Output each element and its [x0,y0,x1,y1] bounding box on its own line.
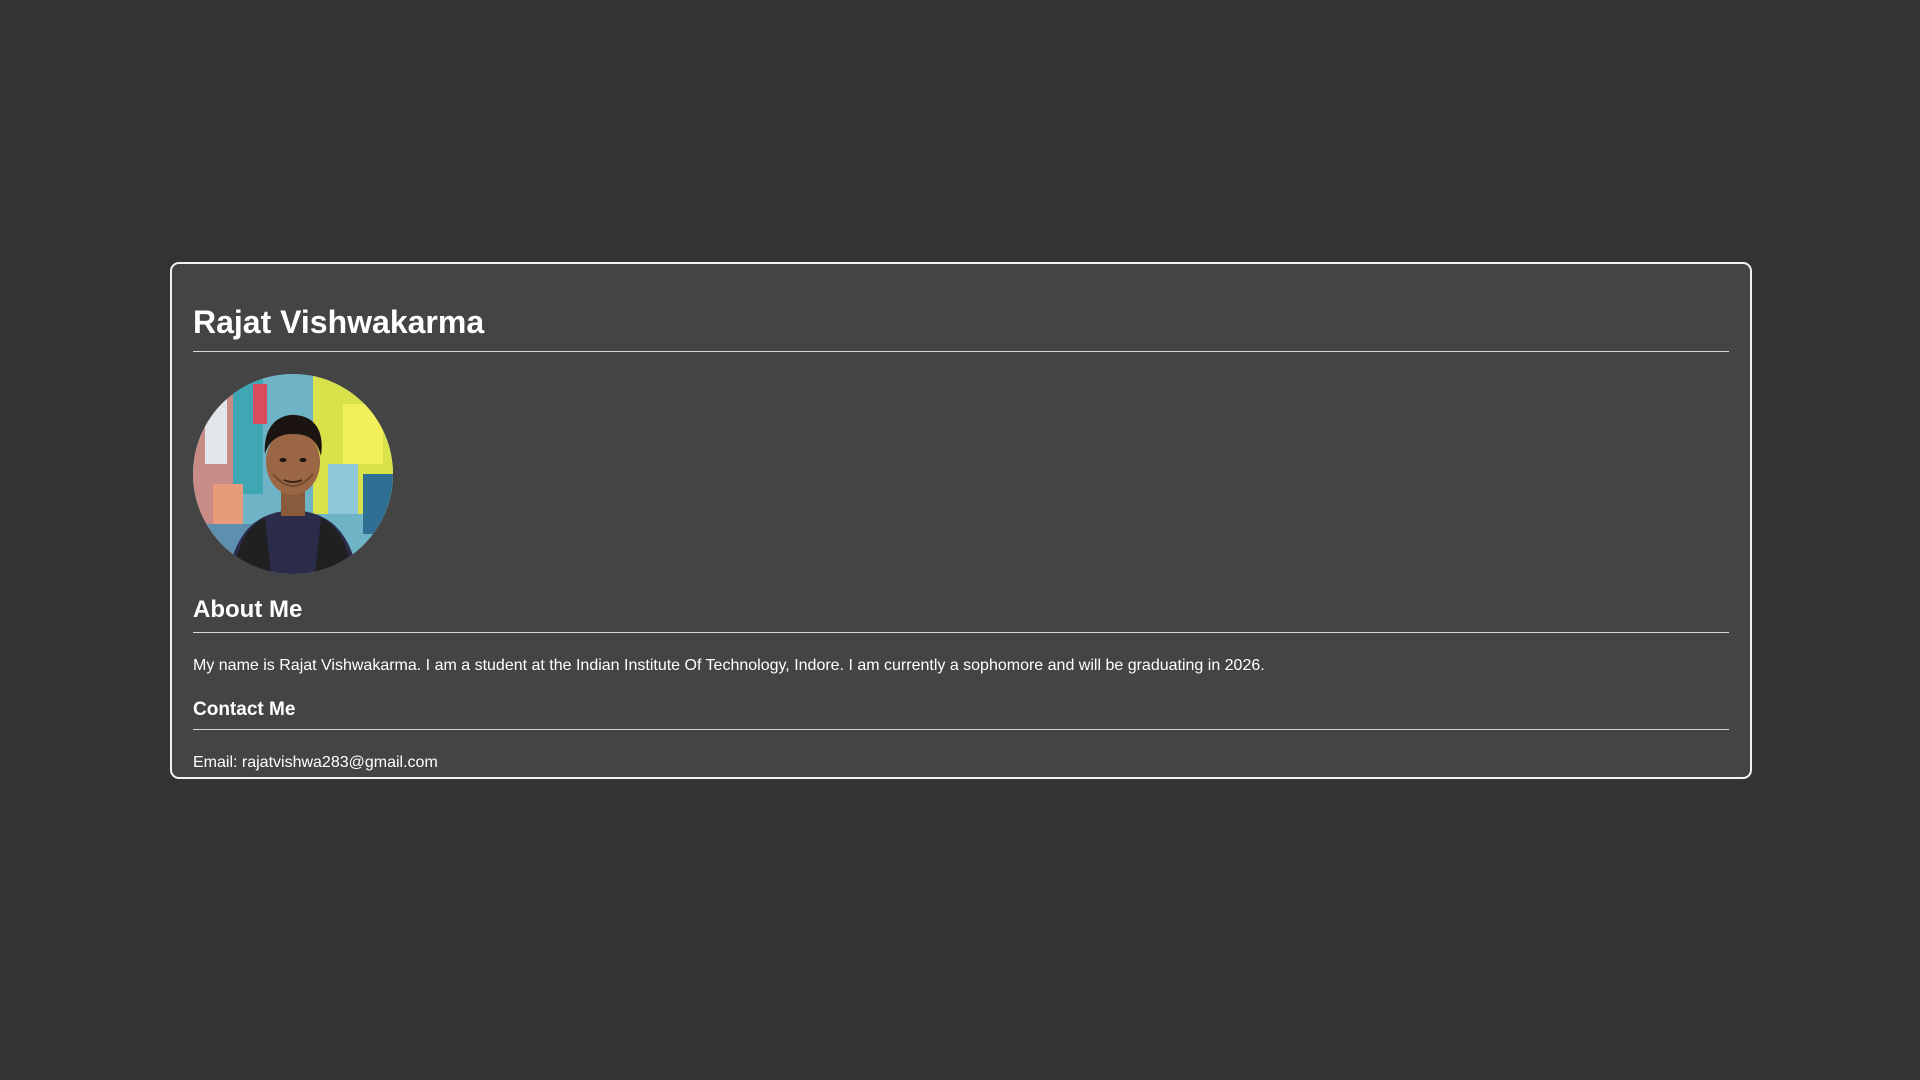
contact-heading: Contact Me [193,699,296,720]
avatar [193,374,393,574]
about-heading: About Me [193,596,303,623]
page-title: Rajat Vishwakarma [193,304,485,340]
profile-photo-icon [193,374,393,574]
about-divider [193,632,1729,633]
contact-email: Email: rajatvishwa283@gmail.com [193,754,438,771]
profile-card: Rajat Vishwakarma About Me My name is Ra… [170,262,1752,779]
title-divider [193,351,1729,352]
about-text: My name is Rajat Vishwakarma. I am a stu… [193,657,1265,674]
contact-divider [193,729,1729,730]
